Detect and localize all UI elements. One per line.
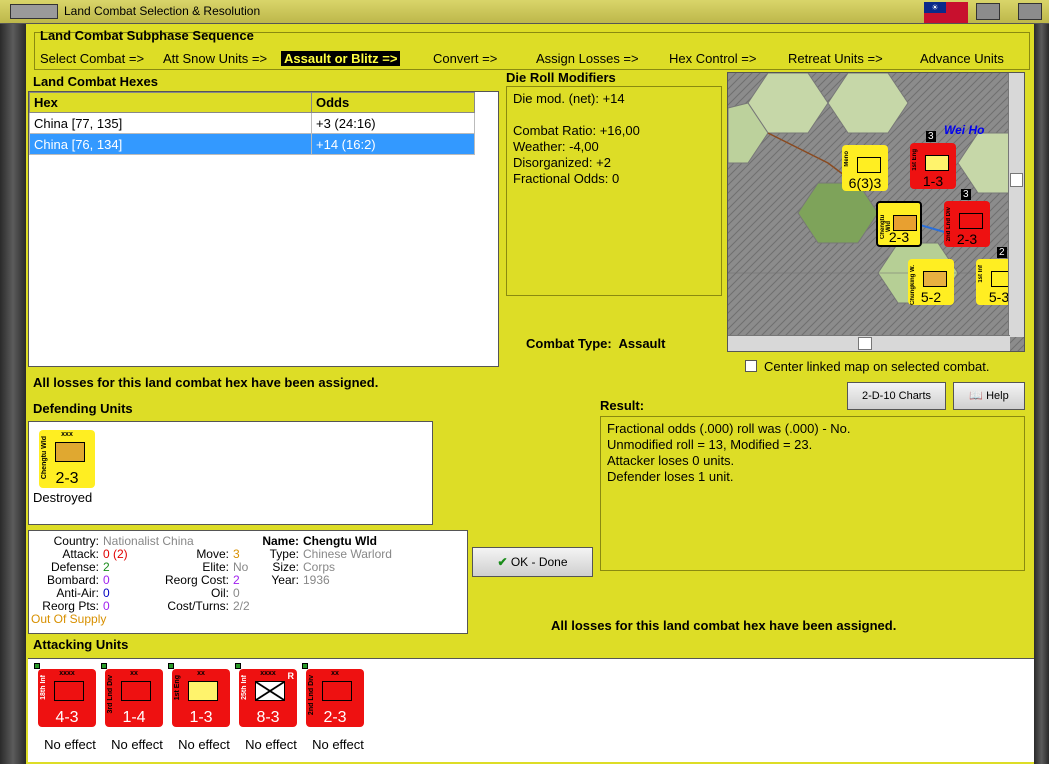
map-counter[interactable]: Meno 6(3)3	[842, 145, 888, 191]
combat-type: Combat Type: Assault	[526, 336, 665, 351]
year-value: 1936	[303, 573, 330, 587]
odds-cell: +3 (24:16)	[311, 112, 475, 134]
map-counter[interactable]: 2nd Lnd Div 2-3	[944, 201, 990, 247]
seq-att-snow: Att Snow Units =>	[163, 51, 268, 66]
column-hex[interactable]: Hex	[29, 92, 312, 113]
china-flag-icon: ☀	[924, 2, 968, 23]
map-counter-selected[interactable]: Chengtu Wld 2-3	[876, 201, 922, 247]
costturns-label: Cost/Turns:	[167, 599, 229, 613]
map-river-label: Wei Ho	[944, 123, 985, 137]
center-map-checkbox[interactable]	[745, 360, 757, 372]
map-vscrollbar[interactable]	[1008, 73, 1024, 337]
left-border	[0, 24, 26, 764]
modifiers-box: Die mod. (net): +14 Combat Ratio: +16,00…	[506, 86, 722, 296]
minimize-button[interactable]	[976, 3, 1000, 20]
mod-fractional: Fractional Odds: 0	[513, 171, 620, 186]
attacker-effect: No effect	[312, 737, 364, 752]
hex-cell: China [76, 134]	[29, 133, 312, 155]
mod-disorganized: Disorganized: +2	[513, 155, 611, 170]
map-hscroll-thumb[interactable]	[858, 337, 872, 350]
seq-advance: Advance Units	[920, 51, 1004, 66]
defender-status: Destroyed	[33, 490, 93, 505]
result-box: Fractional odds (.000) roll was (.000) -…	[600, 416, 1025, 571]
losses-message-top: All losses for this land combat hex have…	[33, 375, 379, 390]
modifiers-header: Die Roll Modifiers	[506, 70, 616, 85]
attacker-effect: No effect	[44, 737, 96, 752]
seq-assign-losses: Assign Losses =>	[536, 51, 639, 66]
attacker-counter[interactable]: xx 1st Eng 1-3 No effect	[168, 663, 230, 752]
stack-badge: 2	[997, 247, 1007, 258]
combat-type-value: Assault	[618, 336, 666, 351]
help-button[interactable]: 📖 Help	[953, 382, 1025, 410]
dialog-client: Land Combat Subphase Sequence Select Com…	[26, 24, 1034, 764]
map-counter[interactable]: Chungking W. 5-2	[908, 259, 954, 305]
attacker-counter[interactable]: xx 2nd Lnd Div 2-3 No effect	[302, 663, 364, 752]
column-odds[interactable]: Odds	[311, 92, 475, 113]
attacking-header: Attacking Units	[33, 637, 129, 652]
title-bar: Land Combat Selection & Resolution ☀	[0, 0, 1049, 24]
unit-info-panel: Country: Nationalist China Attack: 0 (2)…	[28, 530, 468, 634]
seq-convert: Convert =>	[433, 51, 498, 66]
table-row[interactable]: China [77, 135] +3 (24:16)	[29, 112, 475, 134]
odds-cell: +14 (16:2)	[311, 133, 475, 155]
result-line: Fractional odds (.000) roll was (.000) -…	[607, 421, 851, 436]
map-vscroll-thumb[interactable]	[1010, 173, 1023, 187]
mod-weather: Weather: -4,00	[513, 139, 599, 154]
mod-ratio: Combat Ratio: +16,00	[513, 123, 640, 138]
ok-done-button[interactable]: ✔ OK - Done	[472, 547, 593, 577]
result-line: Defender loses 1 unit.	[607, 469, 734, 484]
stack-badge: 3	[926, 131, 936, 142]
seq-retreat: Retreat Units =>	[788, 51, 883, 66]
reserve-tag: R	[287, 671, 295, 681]
attacker-effect: No effect	[111, 737, 163, 752]
help-label: Help	[986, 390, 1009, 402]
checkmark-icon: ✔	[497, 555, 508, 569]
mod-net: Die mod. (net): +14	[513, 91, 625, 106]
window-frame: Land Combat Selection & Resolution ☀ Lan…	[0, 0, 1049, 764]
hexes-table: Hex Odds China [77, 135] +3 (24:16) Chin…	[29, 92, 475, 155]
seq-assault-blitz: Assault or Blitz =>	[281, 51, 401, 66]
attack-value-2: (2)	[113, 547, 128, 561]
close-button[interactable]	[1018, 3, 1042, 20]
sequence-header: Land Combat Subphase Sequence	[40, 28, 254, 43]
seq-select-combat: Select Combat =>	[40, 51, 145, 66]
losses-message-bottom: All losses for this land combat hex have…	[551, 618, 897, 633]
result-line: Unmodified roll = 13, Modified = 23.	[607, 437, 813, 452]
attacker-counter[interactable]: xxxx 18th Inf 4-3 No effect	[34, 663, 96, 752]
stack-badge: 3	[961, 189, 971, 200]
supply-status: Out Of Supply	[31, 612, 107, 626]
costturns-value: 2/2	[233, 599, 250, 613]
window-title: Land Combat Selection & Resolution	[64, 4, 261, 18]
result-line: Attacker loses 0 units.	[607, 453, 735, 468]
defending-panel: xxx Chengtu Wld 2-3 Destroyed	[28, 421, 433, 525]
ok-done-label: OK - Done	[510, 555, 568, 569]
attacker-counter[interactable]: xx 3rd Lnd Div 1-4 No effect	[101, 663, 163, 752]
year-label: Year:	[271, 573, 299, 587]
hex-cell: China [77, 135]	[29, 112, 312, 134]
combat-type-label: Combat Type:	[526, 336, 612, 351]
defending-header: Defending Units	[33, 401, 133, 416]
help-book-icon: 📖	[969, 390, 983, 402]
attacker-counter[interactable]: xxxx R 25th Inf 8-3 No effect	[235, 663, 297, 752]
charts-button[interactable]: 2-D-10 Charts	[847, 382, 946, 410]
attacker-effect: No effect	[178, 737, 230, 752]
system-menu-button[interactable]	[10, 4, 58, 19]
hexes-table-panel: Hex Odds China [77, 135] +3 (24:16) Chin…	[28, 91, 499, 367]
map-hscrollbar[interactable]	[728, 335, 1010, 351]
result-header: Result:	[600, 398, 645, 413]
attacking-panel: xxxx 18th Inf 4-3 No effect xx 3rd Lnd D…	[28, 658, 1034, 762]
center-map-label: Center linked map on selected combat.	[764, 359, 990, 374]
attacker-effect: No effect	[245, 737, 297, 752]
map-counter[interactable]: 1st Eng 1-3	[910, 143, 956, 189]
table-row-selected[interactable]: China [76, 134] +14 (16:2)	[29, 133, 475, 155]
right-border	[1034, 24, 1049, 764]
seq-hex-control: Hex Control =>	[669, 51, 757, 66]
linked-map[interactable]: Wei Ho Meno 6(3)3 1st Eng 1-3 Chengtu Wld 2…	[727, 72, 1025, 352]
defender-counter[interactable]: xxx Chengtu Wld 2-3	[39, 430, 95, 488]
hexes-header: Land Combat Hexes	[33, 74, 158, 89]
